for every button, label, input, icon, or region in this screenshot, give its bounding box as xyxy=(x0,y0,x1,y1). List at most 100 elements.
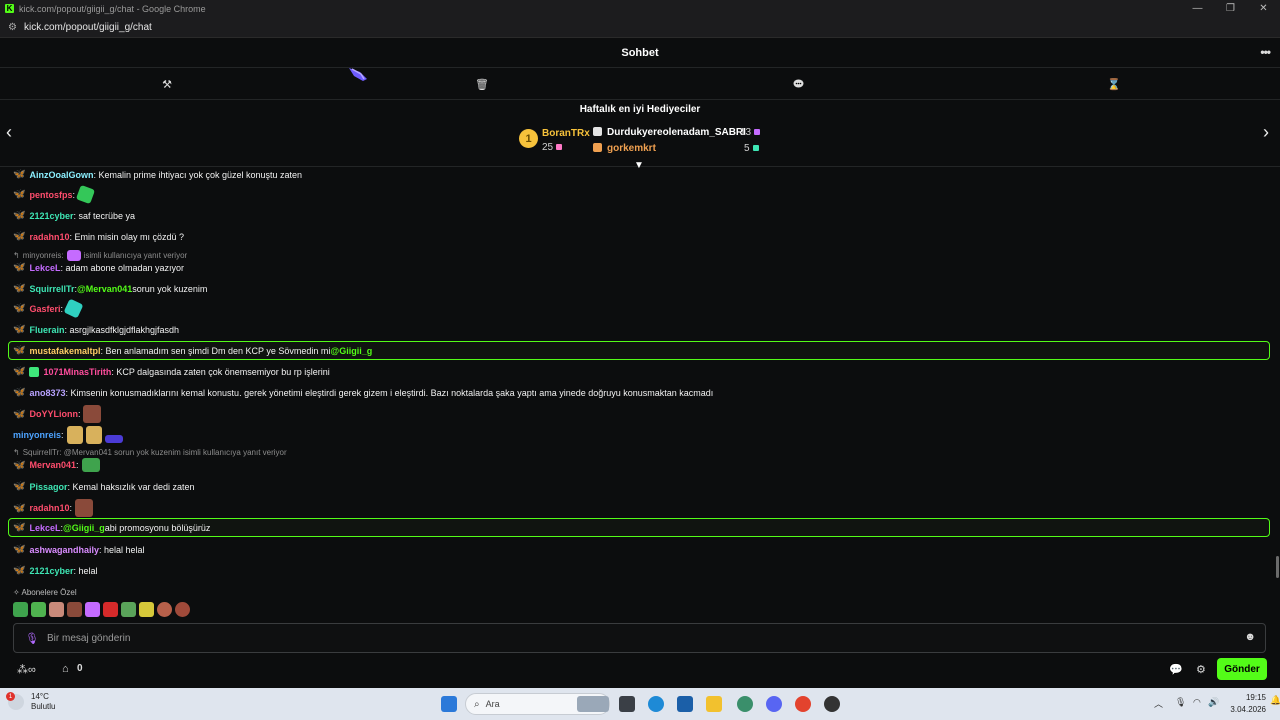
site-info-icon[interactable]: ⚙ xyxy=(8,22,17,33)
emote-icon[interactable] xyxy=(121,602,136,617)
username[interactable]: Mervan041 xyxy=(29,460,76,470)
message-text: : xyxy=(72,189,75,200)
steam-icon[interactable] xyxy=(824,696,840,712)
address-bar[interactable]: ⚙ kick.com/popout/giigii_g/chat xyxy=(0,17,1280,38)
rank-third-icon xyxy=(593,143,602,152)
username[interactable]: DoYYLionn xyxy=(29,409,78,419)
gifter-first-name[interactable]: BoranTRx xyxy=(542,128,590,139)
chrome-icon[interactable] xyxy=(795,696,811,712)
username[interactable]: radahn10 xyxy=(29,232,69,242)
hourglass-icon[interactable]: ⌛ xyxy=(1107,77,1121,91)
settings-app-icon[interactable] xyxy=(737,696,753,712)
chevron-right-icon[interactable]: › xyxy=(1263,122,1269,143)
start-icon[interactable] xyxy=(441,696,457,712)
username[interactable]: 1071MinasTirith xyxy=(43,367,111,377)
clock[interactable]: 19:15 3.04.2026 xyxy=(1216,692,1266,716)
kick-points-icon[interactable]: ⁂∞ xyxy=(17,663,36,676)
edge-icon[interactable] xyxy=(648,696,664,712)
microphone-icon[interactable]: 🎙 xyxy=(25,632,39,645)
emote-icon[interactable] xyxy=(157,602,172,617)
weather-widget[interactable]: 1 14°C Bulutlu xyxy=(6,692,55,712)
emote-icon[interactable] xyxy=(49,602,64,617)
mention[interactable]: @Giigii_g xyxy=(330,346,372,356)
more-options-icon[interactable]: ••• xyxy=(1260,45,1271,59)
chat-message: 🦋 AinzOoalGown: Kemalin prime ihtiyacı yo… xyxy=(13,169,302,180)
gift-icon xyxy=(556,144,563,150)
emote-frog-icon[interactable] xyxy=(81,458,100,472)
butterfly-badge-icon: 🦋 xyxy=(13,565,26,576)
settings-gear-icon[interactable]: ⚙ xyxy=(1196,663,1206,676)
trash-icon[interactable]: 🗑 xyxy=(475,77,489,91)
notification-bell-icon[interactable]: 🔔 xyxy=(1270,695,1280,706)
minimize-button[interactable]: — xyxy=(1181,0,1214,17)
store-app-icon[interactable] xyxy=(677,696,693,712)
file-explorer-icon[interactable] xyxy=(706,696,722,712)
close-button[interactable]: ✕ xyxy=(1247,0,1280,17)
emote-icon[interactable] xyxy=(175,602,190,617)
mention[interactable]: @Mervan041 xyxy=(77,284,132,294)
emote-icon[interactable] xyxy=(139,602,154,617)
emote-pickle-icon[interactable] xyxy=(63,298,84,319)
butterfly-badge-icon: 🦋 xyxy=(13,544,26,555)
username[interactable]: LekceL xyxy=(29,263,60,273)
username[interactable]: LekceL xyxy=(29,523,60,533)
emote-icon[interactable] xyxy=(31,602,46,617)
message-text: sorun yok kuzenim xyxy=(132,283,208,294)
gifter-third-name[interactable]: gorkemkrt xyxy=(607,143,656,154)
chat-message: 🦋 radahn10: xyxy=(13,499,93,517)
chat-icon[interactable]: 💬 xyxy=(1169,663,1183,676)
emote-hands-icon[interactable] xyxy=(66,426,83,444)
butterfly-badge-icon: 🦋 xyxy=(13,387,26,398)
chat-scrollbar[interactable] xyxy=(1276,556,1279,578)
url-text[interactable]: kick.com/popout/giigii_g/chat xyxy=(24,22,152,33)
gifter-second-name[interactable]: Durdukyereolenadam_SABRI xyxy=(607,127,746,138)
emote-pickle-icon[interactable] xyxy=(75,184,96,205)
store-icon[interactable]: ⌂ xyxy=(62,663,69,675)
discord-icon[interactable] xyxy=(766,696,782,712)
emote-image-icon[interactable] xyxy=(83,405,102,423)
emote-icon[interactable] xyxy=(104,435,123,443)
send-button[interactable]: Gönder xyxy=(1217,658,1267,680)
tray-chevron-icon[interactable]: ︿ xyxy=(1154,697,1163,710)
username[interactable]: minyonreis xyxy=(13,430,61,440)
chevron-left-icon[interactable]: ‹ xyxy=(6,122,12,143)
username[interactable]: mustafakemaltpl xyxy=(29,346,100,356)
emoji-picker-icon[interactable]: ☻ xyxy=(1244,631,1256,643)
emote-icon[interactable] xyxy=(103,602,118,617)
emote-icon[interactable] xyxy=(67,602,82,617)
chat-message: 🦋 Pissagor: Kemal haksızlık var dedi zate… xyxy=(13,481,195,492)
hammer-icon[interactable]: ⚒ xyxy=(160,77,174,91)
reply-context[interactable]: ↰ SquirrellTr: @Mervan041 sorun yok kuzen… xyxy=(13,448,287,457)
wifi-icon[interactable]: ◠ xyxy=(1193,697,1201,708)
emote-icon[interactable] xyxy=(13,602,28,617)
maximize-button[interactable]: ❐ xyxy=(1214,0,1247,17)
username[interactable]: AinzOoalGown xyxy=(29,170,93,180)
message-input[interactable] xyxy=(47,630,1227,647)
reply-arrow-icon: ↰ xyxy=(13,448,20,457)
username[interactable]: 2121cyber xyxy=(29,211,73,221)
username[interactable]: Pissagor xyxy=(29,482,67,492)
username[interactable]: ashwagandhaily xyxy=(29,545,99,555)
username[interactable]: Gasferi xyxy=(29,304,60,314)
reply-context[interactable]: ↰ minyonreis: isimli kullanıcıya yanıt ver… xyxy=(13,250,187,261)
emote-hands-icon[interactable] xyxy=(85,426,102,444)
username[interactable]: ano8373 xyxy=(29,388,65,398)
mention[interactable]: @Giigii_g xyxy=(63,523,105,533)
chat-message: 🦋 SquirrellTr: @Mervan041 sorun yok kuzen… xyxy=(13,283,207,294)
username[interactable]: Fluerain xyxy=(29,325,64,335)
widget-thumbnail[interactable] xyxy=(577,696,609,712)
emote-icon[interactable] xyxy=(85,602,100,617)
mic-tray-icon[interactable]: 🎙 xyxy=(1175,697,1186,708)
username[interactable]: pentosfps xyxy=(29,190,72,200)
username[interactable]: SquirrellTr xyxy=(29,284,74,294)
weather-temp: 14°C xyxy=(31,692,49,701)
emote-icon xyxy=(66,250,81,261)
emote-image-icon[interactable] xyxy=(75,499,93,517)
butterfly-badge-icon: 🦋 xyxy=(13,408,26,420)
username[interactable]: radahn10 xyxy=(29,503,69,513)
username[interactable]: 2121cyber xyxy=(29,566,73,576)
task-view-icon[interactable] xyxy=(619,696,635,712)
gifter-second-count: 13 xyxy=(740,127,761,138)
chat-header: Sohbet ••• xyxy=(0,38,1280,68)
chat-bubble-icon[interactable] xyxy=(791,77,805,91)
